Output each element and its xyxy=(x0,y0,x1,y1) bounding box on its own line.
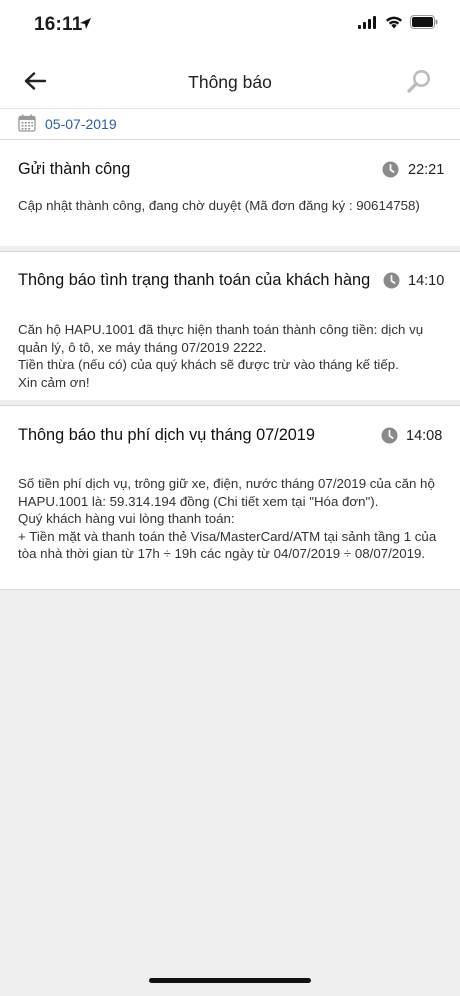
search-icon xyxy=(407,70,430,93)
notification-item[interactable]: Thông báo tình trạng thanh toán của khác… xyxy=(0,251,460,400)
page-title: Thông báo xyxy=(188,72,272,92)
location-arrow-icon xyxy=(80,18,91,29)
notification-time: 14:10 xyxy=(408,273,445,289)
notification-item[interactable]: Gửi thành công 22:21 Cập nhật thành công… xyxy=(0,139,460,246)
date-filter[interactable]: 05-07-2019 xyxy=(0,108,460,139)
status-bar: 16:11 xyxy=(0,0,460,50)
notification-body: Căn hộ HAPU.1001 đã thực hiện thanh toán… xyxy=(18,322,424,390)
status-indicators xyxy=(358,15,438,29)
navigation-bar: Thông báo xyxy=(0,50,460,108)
home-indicator[interactable] xyxy=(149,978,311,983)
notification-time: 22:21 xyxy=(408,162,445,178)
clock-icon xyxy=(383,272,400,289)
wifi-icon xyxy=(386,16,402,28)
notification-item[interactable]: Thông báo thu phí dịch vụ tháng 07/2019 … xyxy=(0,405,460,590)
notification-list: Gửi thành công 22:21 Cập nhật thành công… xyxy=(0,139,460,590)
calendar-icon xyxy=(18,114,36,132)
notification-title: Thông báo tình trạng thanh toán của khác… xyxy=(18,271,371,289)
clock-icon xyxy=(381,427,398,444)
notification-title: Gửi thành công xyxy=(18,160,131,178)
notification-body: Cập nhật thành công, đang chờ duyệt (Mã … xyxy=(18,198,420,213)
clock-icon xyxy=(382,161,399,178)
status-time: 16:11 xyxy=(34,14,83,35)
notification-time: 14:08 xyxy=(406,428,443,444)
signal-icon xyxy=(358,15,376,29)
notification-body: Số tiền phí dịch vụ, trông giữ xe, điện,… xyxy=(18,476,437,562)
selected-date: 05-07-2019 xyxy=(45,116,117,132)
notification-title: Thông báo thu phí dịch vụ tháng 07/2019 xyxy=(18,426,315,444)
search-button[interactable] xyxy=(402,64,436,98)
battery-icon xyxy=(410,15,438,29)
